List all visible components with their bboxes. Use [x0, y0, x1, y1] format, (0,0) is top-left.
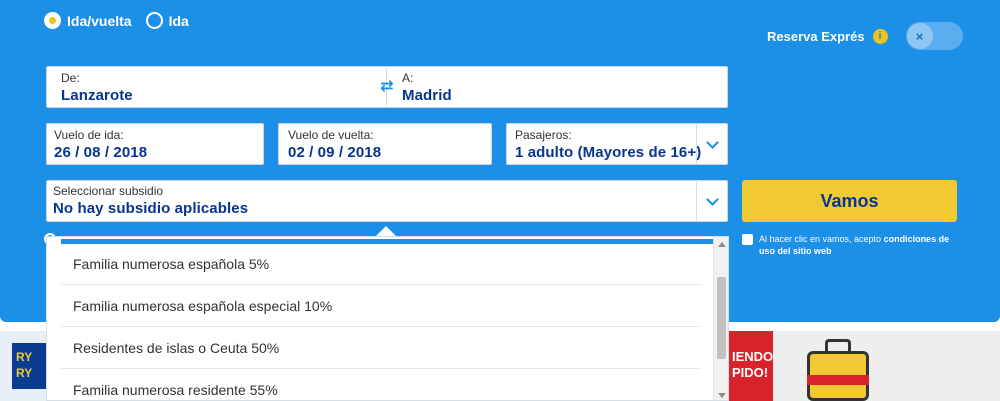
subsidy-dropdown-list[interactable]: Familia numerosa española 5% Familia num…	[46, 236, 729, 401]
to-label: A:	[402, 71, 414, 85]
passengers-field[interactable]: Pasajeros: 1 adulto (Mayores de 16+)	[506, 123, 728, 165]
radio-unchecked-icon[interactable]	[145, 12, 163, 29]
promo-banner-text: IENDO PIDO!	[729, 331, 773, 401]
terms-checkbox[interactable]	[742, 234, 753, 245]
scroll-up-icon[interactable]	[718, 242, 726, 247]
return-date-label: Vuelo de vuelta:	[288, 128, 374, 142]
subsidy-select[interactable]: Seleccionar subsidio No hay subsidio apl…	[46, 180, 728, 222]
subsidy-label: Seleccionar subsidio	[53, 184, 164, 198]
subsidy-option[interactable]: Familia numerosa española especial 10%	[61, 285, 701, 327]
brand-logo: RY RY	[12, 343, 46, 389]
from-input[interactable]: Lanzarote	[61, 87, 133, 104]
scroll-thumb[interactable]	[717, 277, 726, 359]
outbound-date-field[interactable]: Vuelo de ida: 26 / 08 / 2018	[46, 123, 264, 165]
outbound-date-value[interactable]: 26 / 08 / 2018	[54, 144, 147, 161]
subsidy-option[interactable]: Familia numerosa española 5%	[61, 243, 701, 285]
info-icon[interactable]: i	[872, 28, 888, 44]
chevron-down-icon	[706, 135, 719, 149]
trip-type-group: Ida/vuelta Ida	[44, 12, 195, 29]
passengers-dropdown-toggle[interactable]	[696, 124, 728, 164]
trip-type-roundtrip-label: Ida/vuelta	[67, 12, 132, 29]
terms-consent: Al hacer clic en vamos, acepto condicion…	[742, 233, 967, 257]
radio-checked-icon[interactable]	[44, 12, 61, 29]
close-icon[interactable]: ×	[906, 23, 933, 49]
subsidy-option[interactable]: Familia numerosa residente 55%	[61, 369, 701, 400]
trip-type-roundtrip[interactable]: Ida/vuelta	[44, 12, 132, 29]
return-date-value[interactable]: 02 / 09 / 2018	[288, 144, 381, 161]
to-input[interactable]: Madrid	[402, 87, 452, 104]
promo-banner-left[interactable]: RY RY	[0, 331, 46, 401]
passengers-value[interactable]: 1 adulto (Mayores de 16+)	[515, 144, 701, 161]
from-label: De:	[61, 71, 80, 85]
subsidy-option[interactable]: Residentes de islas o Ceuta 50%	[61, 327, 701, 369]
express-label: Reserva Exprés	[767, 28, 865, 44]
subsidy-dropdown-toggle[interactable]	[696, 181, 728, 221]
terms-text-prefix: Al hacer clic en vamos, acepto	[759, 234, 884, 244]
subsidy-value[interactable]: No hay subsidio aplicables	[53, 200, 248, 217]
return-date-field[interactable]: Vuelo de vuelta: 02 / 09 / 2018	[278, 123, 492, 165]
promo-banner-right[interactable]: IENDO PIDO!	[729, 331, 1000, 401]
dropdown-caret	[376, 226, 396, 236]
outbound-date-label: Vuelo de ida:	[54, 128, 124, 142]
swap-icon[interactable]: ⇄	[378, 78, 396, 96]
express-toggle[interactable]: ×	[905, 22, 963, 50]
trip-type-oneway-label: Ida	[168, 12, 189, 29]
passengers-label: Pasajeros:	[515, 128, 572, 142]
search-button[interactable]: Vamos	[742, 180, 957, 222]
suitcase-band	[807, 375, 869, 385]
express-booking: Reserva Exprés i ×	[767, 22, 963, 50]
chevron-down-icon	[706, 192, 719, 206]
trip-type-oneway[interactable]: Ida	[145, 12, 189, 29]
scroll-down-icon[interactable]	[718, 393, 726, 398]
terms-text: Al hacer clic en vamos, acepto condicion…	[759, 233, 967, 257]
dropdown-scrollbar[interactable]	[713, 237, 728, 400]
